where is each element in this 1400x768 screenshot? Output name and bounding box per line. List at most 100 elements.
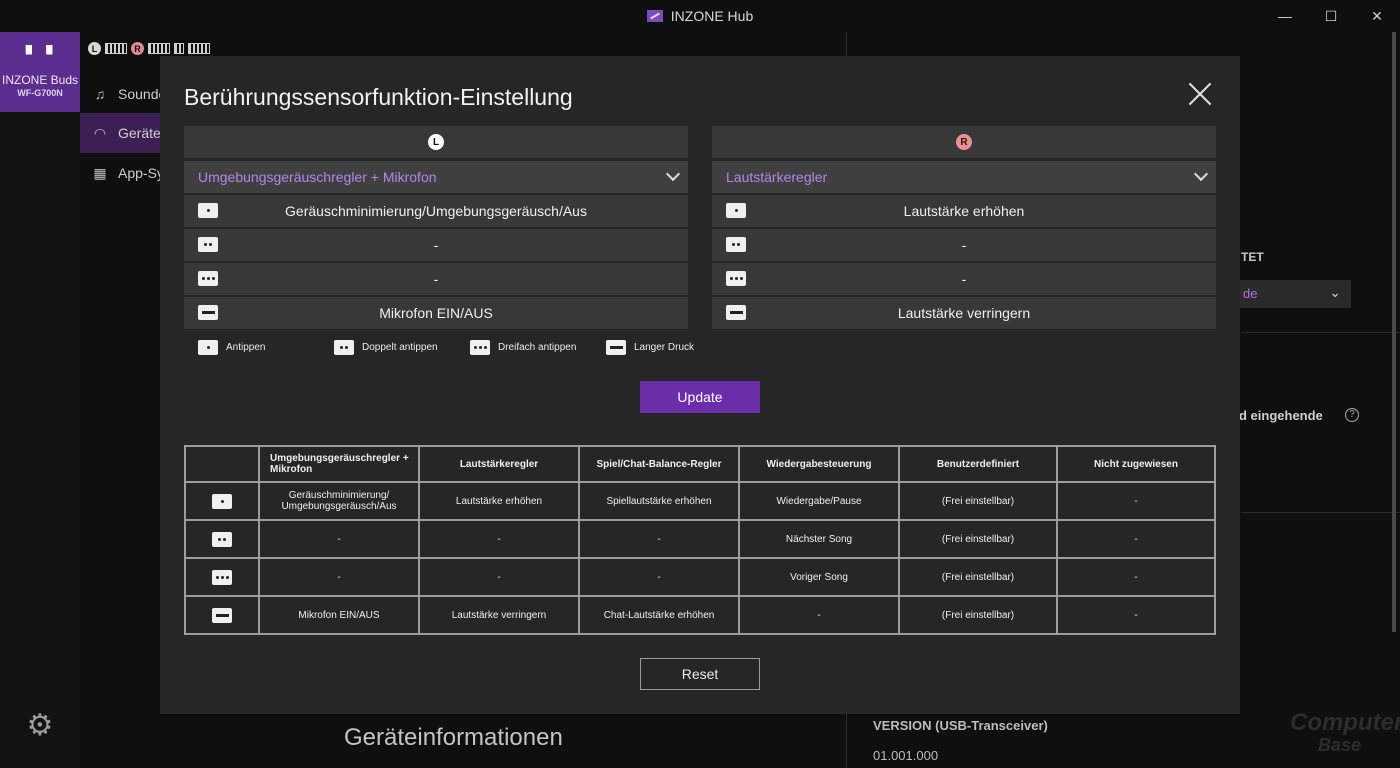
help-icon[interactable]: ? (1345, 408, 1359, 422)
table-cell: - (578, 519, 740, 559)
tap-icon (726, 203, 746, 218)
left-function-select[interactable]: Umgebungsgeräuschregler + Mikrofon (184, 161, 688, 193)
table-cell: - (418, 557, 580, 597)
right-earbud-column: R Lautstärkeregler Lautstärke erhöhen - … (712, 126, 1216, 329)
left-earbud-badge: L (428, 134, 444, 150)
table-cell: - (1056, 557, 1216, 597)
left-earbud-column: L Umgebungsgeräuschregler + Mikrofon Ger… (184, 126, 688, 329)
chevron-down-icon (1193, 166, 1209, 182)
triple-tap-icon (470, 340, 490, 355)
triple-tap-icon (726, 271, 746, 286)
setting-dropdown[interactable]: de ⌄ (1239, 280, 1351, 308)
left-row-label: Geräuschminimierung/Umgebungsgeräusch/Au… (285, 203, 587, 219)
table-header: Umgebungsgeräuschregler + Mikrofon (258, 445, 420, 483)
table-row: Mikrofon EIN/AUS Lautstärke verringern C… (184, 595, 1216, 635)
left-row-label: Mikrofon EIN/AUS (379, 305, 493, 321)
right-row-label: - (961, 271, 967, 287)
table-cell: Chat-Lautstärke erhöhen (578, 595, 740, 635)
earbuds-icon: ▘▝ (25, 47, 55, 64)
window-controls: — ☐ ✕ (1262, 0, 1400, 32)
left-column-header: L (184, 126, 688, 158)
table-row: Geräuschminimierung/ Umgebungsgeräusch/A… (184, 481, 1216, 521)
right-function-select[interactable]: Lautstärkeregler (712, 161, 1216, 193)
right-row-tap: Lautstärke erhöhen (712, 195, 1216, 227)
function-reference-table: Umgebungsgeräuschregler + Mikrofon Lauts… (184, 445, 1216, 635)
close-window-button[interactable]: ✕ (1354, 0, 1400, 32)
dialog-title: Berührungssensorfunktion-Einstellung (184, 84, 573, 110)
app-title-text: INZONE Hub (670, 8, 754, 24)
long-press-icon (726, 305, 746, 320)
table-cell: - (258, 557, 420, 597)
table-header: Wiedergabesteuerung (738, 445, 900, 483)
right-row-label: Lautstärke verringern (897, 305, 1031, 321)
table-header: Benutzerdefiniert (898, 445, 1058, 483)
left-function-value: Umgebungsgeräuschregler + Mikrofon (198, 169, 437, 185)
inzone-logo-icon (646, 10, 663, 22)
table-row: - - - Voriger Song (Frei einstellbar) - (184, 557, 1216, 597)
long-press-icon (198, 305, 218, 320)
table-cell: - (1056, 595, 1216, 635)
triple-tap-icon (198, 271, 218, 286)
chevron-down-icon: ⌄ (1329, 284, 1341, 300)
right-row-long-press: Lautstärke verringern (712, 297, 1216, 329)
gesture-legend: Antippen Doppelt antippen Dreifach antip… (198, 340, 694, 355)
device-name: INZONE Buds (1, 73, 79, 87)
table-cell: (Frei einstellbar) (898, 557, 1058, 597)
long-press-icon (606, 340, 626, 355)
sidebar-item-label: App-Sy (118, 165, 164, 181)
table-cell: - (1056, 519, 1216, 559)
version-label: VERSION (USB-Transceiver) (873, 718, 1048, 733)
triple-tap-icon (212, 569, 232, 585)
section-title: Geräteinformationen (344, 724, 563, 751)
left-row-tap: Geräuschminimierung/Umgebungsgeräusch/Au… (184, 195, 688, 227)
battery-icon (105, 43, 127, 54)
left-row-long-press: Mikrofon EIN/AUS (184, 297, 688, 329)
table-cell (184, 595, 260, 635)
table-header: Spiel/Chat-Balance-Regler (578, 445, 740, 483)
sidebar-item-label: Geräte (118, 125, 161, 141)
device-tile[interactable]: ▘▝ INZONE Buds WF-G700N (0, 32, 80, 112)
scrollbar[interactable] (1392, 32, 1396, 632)
table-row: - - - Nächster Song (Frei einstellbar) - (184, 519, 1216, 559)
table-cell: - (258, 519, 420, 559)
right-row-triple-tap: - (712, 263, 1216, 295)
table-cell: (Frei einstellbar) (898, 519, 1058, 559)
table-cell: - (418, 519, 580, 559)
table-header-row: Umgebungsgeräuschregler + Mikrofon Lauts… (184, 445, 1216, 483)
table-cell: Nächster Song (738, 519, 900, 559)
gear-icon[interactable]: ⚙ (24, 710, 56, 742)
divider (1241, 332, 1400, 333)
setting-label: TET (1241, 250, 1264, 264)
legend-long-press: Langer Druck (606, 340, 694, 355)
tap-icon (212, 493, 232, 509)
table-header-empty (184, 445, 260, 483)
table-cell (184, 557, 260, 597)
double-tap-icon (198, 237, 218, 252)
close-icon[interactable] (1188, 82, 1212, 106)
table-header: Nicht zugewiesen (1056, 445, 1216, 483)
left-badge: L (88, 42, 101, 55)
reset-button[interactable]: Reset (640, 658, 760, 690)
table-cell (184, 481, 260, 521)
device-model: WF-G700N (17, 88, 63, 98)
update-button[interactable]: Update (640, 381, 760, 413)
table-cell: (Frei einstellbar) (898, 481, 1058, 521)
left-row-label: - (433, 271, 439, 287)
case-icon (174, 43, 184, 54)
left-rail: ▘▝ INZONE Buds WF-G700N ⚙ (0, 32, 80, 768)
table-cell: Lautstärke erhöhen (418, 481, 580, 521)
minimize-button[interactable]: — (1262, 0, 1308, 32)
right-function-value: Lautstärkeregler (726, 169, 828, 185)
tap-icon (198, 203, 218, 218)
grid-icon: ▦ (93, 164, 107, 181)
app-title: INZONE Hub (646, 8, 754, 24)
left-row-double-tap: - (184, 229, 688, 261)
divider (1241, 512, 1400, 513)
right-earbud-badge: R (956, 134, 972, 150)
long-press-icon (212, 607, 232, 623)
title-bar: INZONE Hub — ☐ ✕ (0, 0, 1400, 32)
table-cell: Wiedergabe/Pause (738, 481, 900, 521)
table-cell: - (1056, 481, 1216, 521)
maximize-button[interactable]: ☐ (1308, 0, 1354, 32)
legend-double-tap: Doppelt antippen (334, 340, 470, 355)
